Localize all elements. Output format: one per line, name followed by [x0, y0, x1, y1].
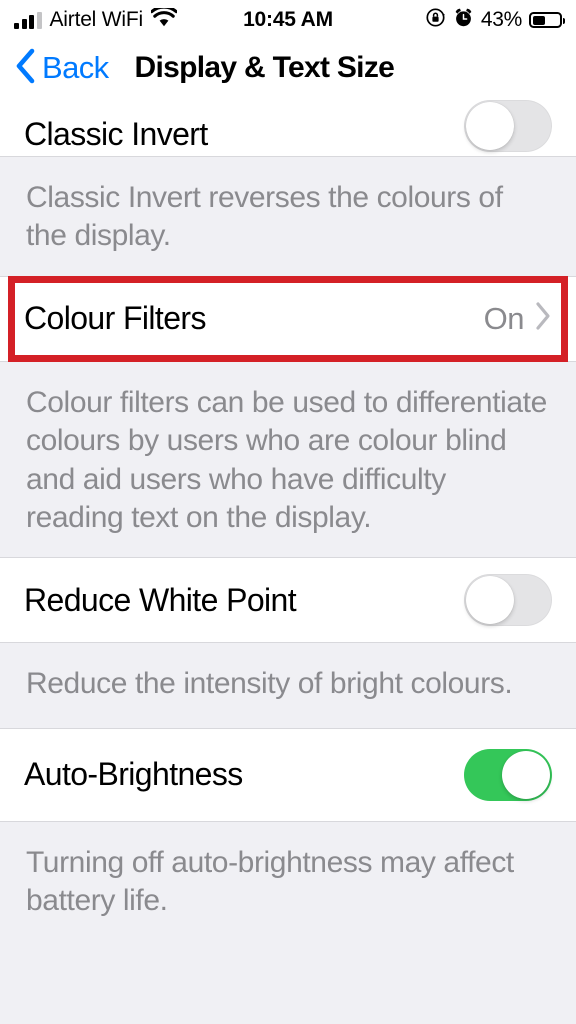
row-auto-brightness[interactable]: Auto-Brightness: [0, 728, 576, 821]
status-bar-right: 43%: [425, 7, 565, 33]
colour-filters-section: Colour Filters On: [0, 275, 576, 362]
classic-invert-footer: Classic Invert reverses the colours of t…: [0, 157, 576, 276]
row-classic-invert[interactable]: Classic Invert: [0, 96, 576, 156]
colour-filters-value: On: [483, 300, 525, 336]
colour-filters-label: Colour Filters: [24, 300, 206, 337]
chevron-right-icon: [534, 301, 552, 336]
alarm-clock-icon: [453, 7, 474, 33]
auto-brightness-section: Auto-Brightness: [0, 727, 576, 822]
reduce-white-point-label: Reduce White Point: [24, 581, 297, 618]
battery-percent-label: 43%: [480, 8, 522, 31]
classic-invert-label: Classic Invert: [24, 115, 208, 152]
auto-brightness-footer: Turning off auto-brightness may affect b…: [0, 821, 576, 941]
toggle-knob: [466, 102, 514, 150]
toggle-knob: [466, 576, 514, 625]
colour-filters-footer: Colour filters can be used to differenti…: [0, 361, 576, 558]
toggle-knob: [502, 750, 550, 799]
reduce-white-point-section: Reduce White Point: [0, 557, 576, 644]
classic-invert-section: Classic Invert: [0, 96, 576, 157]
reduce-white-point-toggle[interactable]: [464, 574, 552, 627]
back-button-label: Back: [42, 50, 109, 85]
status-bar: Airtel WiFi 10:45 AM 43%: [0, 0, 576, 40]
colour-filters-highlight-wrap: Colour Filters On: [0, 275, 576, 362]
back-button[interactable]: Back: [14, 48, 109, 89]
row-reduce-white-point[interactable]: Reduce White Point: [0, 558, 576, 643]
rotation-lock-icon: [425, 7, 446, 33]
reduce-white-point-footer: Reduce the intensity of bright colours.: [0, 643, 576, 728]
navigation-bar: Back Display & Text Size: [0, 40, 576, 96]
classic-invert-toggle[interactable]: [464, 100, 552, 152]
auto-brightness-toggle[interactable]: [464, 748, 552, 801]
colour-filters-value-group: On: [484, 301, 552, 337]
phone-screen: Airtel WiFi 10:45 AM 43% Back Display & …: [0, 0, 576, 1024]
chevron-left-icon: [14, 48, 36, 89]
row-colour-filters[interactable]: Colour Filters On: [0, 276, 576, 361]
auto-brightness-label: Auto-Brightness: [24, 756, 243, 793]
battery-icon: [529, 12, 565, 28]
page-title: Display & Text Size: [134, 51, 395, 84]
